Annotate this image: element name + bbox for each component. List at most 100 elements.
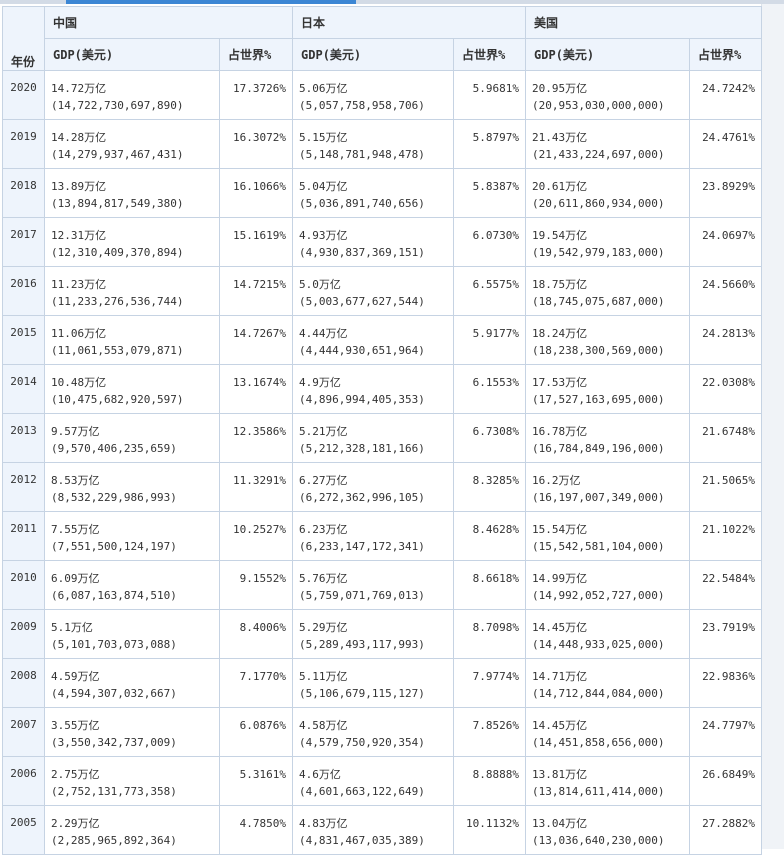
japan-gdp-short: 5.29万亿 [299, 621, 348, 634]
usa-gdp-full: (13,036,640,230,000) [532, 834, 665, 847]
china-gdp-short: 7.55万亿 [51, 523, 100, 536]
usa-gdp-short: 14.99万亿 [532, 572, 588, 585]
table-row: 2005 2.29万亿 (2,285,965,892,364) 4.7850% 4.83… [2, 805, 763, 855]
cn-gdp-header: GDP(美元) [44, 38, 220, 71]
japan-gdp-full: (5,003,677,627,544) [299, 295, 425, 308]
usa-gdp-short: 19.54万亿 [532, 229, 588, 242]
japan-gdp-cell: 4.83万亿 (4,831,467,035,389) [292, 805, 455, 855]
japan-gdp-short: 4.93万亿 [299, 229, 348, 242]
year-cell: 2012 [2, 462, 45, 512]
japan-gdp-full: (6,233,147,172,341) [299, 540, 425, 553]
japan-gdp-short: 5.15万亿 [299, 131, 348, 144]
japan-gdp-short: 5.06万亿 [299, 82, 348, 95]
japan-gdp-cell: 4.6万亿 (4,601,663,122,649) [292, 756, 455, 806]
year-cell: 2018 [2, 168, 45, 218]
japan-gdp-cell: 5.06万亿 (5,057,758,958,706) [292, 70, 455, 120]
china-share-cell: 6.0876% [218, 707, 294, 757]
china-gdp-cell: 9.57万亿 (9,570,406,235,659) [44, 413, 220, 463]
usa-gdp-short: 20.95万亿 [532, 82, 588, 95]
japan-gdp-full: (4,444,930,651,964) [299, 344, 425, 357]
china-gdp-full: (2,752,131,773,358) [51, 785, 177, 798]
japan-gdp-full: (5,106,679,115,127) [299, 687, 425, 700]
japan-gdp-cell: 4.9万亿 (4,896,994,405,353) [292, 364, 455, 414]
china-gdp-full: (10,475,682,920,597) [51, 393, 184, 406]
china-gdp-full: (13,894,817,549,380) [51, 197, 184, 210]
table-row: 2015 11.06万亿 (11,061,553,079,871) 14.7267% 4… [2, 315, 763, 365]
china-gdp-short: 13.89万亿 [51, 180, 107, 193]
table-row: 2012 8.53万亿 (8,532,229,986,993) 11.3291% 6.2… [2, 462, 763, 512]
jp-share-header: 占世界% [453, 38, 527, 71]
china-gdp-short: 11.23万亿 [51, 278, 107, 291]
table-row: 2013 9.57万亿 (9,570,406,235,659) 12.3586% 5.2… [2, 413, 763, 463]
japan-gdp-cell: 4.93万亿 (4,930,837,369,151) [292, 217, 455, 267]
china-share-cell: 16.3072% [218, 119, 294, 169]
usa-share-cell: 23.7919% [689, 609, 763, 659]
japan-gdp-full: (5,759,071,769,013) [299, 589, 425, 602]
china-gdp-cell: 14.72万亿 (14,722,730,697,890) [44, 70, 220, 120]
china-gdp-cell: 10.48万亿 (10,475,682,920,597) [44, 364, 220, 414]
year-cell: 2007 [2, 707, 45, 757]
china-gdp-full: (14,279,937,467,431) [51, 148, 184, 161]
japan-gdp-short: 4.83万亿 [299, 817, 348, 830]
usa-gdp-full: (18,745,075,687,000) [532, 295, 665, 308]
usa-share-cell: 27.2882% [689, 805, 763, 855]
usa-gdp-short: 18.24万亿 [532, 327, 588, 340]
japan-share-cell: 5.9177% [453, 315, 527, 365]
usa-share-cell: 22.5484% [689, 560, 763, 610]
usa-gdp-short: 13.81万亿 [532, 768, 588, 781]
japan-gdp-cell: 4.58万亿 (4,579,750,920,354) [292, 707, 455, 757]
china-gdp-cell: 7.55万亿 (7,551,500,124,197) [44, 511, 220, 561]
us-gdp-header: GDP(美元) [525, 38, 691, 71]
jp-gdp-header: GDP(美元) [292, 38, 455, 71]
china-share-cell: 13.1674% [218, 364, 294, 414]
china-gdp-short: 5.1万亿 [51, 621, 93, 634]
japan-share-cell: 8.6618% [453, 560, 527, 610]
china-share-cell: 12.3586% [218, 413, 294, 463]
china-gdp-cell: 11.23万亿 (11,233,276,536,744) [44, 266, 220, 316]
year-cell: 2019 [2, 119, 45, 169]
china-gdp-full: (2,285,965,892,364) [51, 834, 177, 847]
china-share-cell: 8.4006% [218, 609, 294, 659]
top-bar [0, 0, 784, 4]
china-share-cell: 17.3726% [218, 70, 294, 120]
usa-gdp-full: (20,611,860,934,000) [532, 197, 665, 210]
usa-gdp-short: 13.04万亿 [532, 817, 588, 830]
usa-gdp-cell: 18.75万亿 (18,745,075,687,000) [525, 266, 691, 316]
japan-share-cell: 6.5575% [453, 266, 527, 316]
china-gdp-cell: 3.55万亿 (3,550,342,737,009) [44, 707, 220, 757]
china-gdp-full: (12,310,409,370,894) [51, 246, 184, 259]
usa-share-cell: 21.1022% [689, 511, 763, 561]
usa-gdp-short: 16.78万亿 [532, 425, 588, 438]
year-cell: 2017 [2, 217, 45, 267]
china-gdp-short: 14.28万亿 [51, 131, 107, 144]
table-row: 2010 6.09万亿 (6,087,163,874,510) 9.1552% 5.76… [2, 560, 763, 610]
japan-share-cell: 5.9681% [453, 70, 527, 120]
usa-gdp-full: (14,712,844,084,000) [532, 687, 665, 700]
table-row: 2020 14.72万亿 (14,722,730,697,890) 17.3726% 5… [2, 70, 763, 120]
table-body: 2020 14.72万亿 (14,722,730,697,890) 17.3726% 5… [2, 70, 763, 855]
japan-gdp-full: (5,289,493,117,993) [299, 638, 425, 651]
china-gdp-cell: 12.31万亿 (12,310,409,370,894) [44, 217, 220, 267]
japan-gdp-full: (6,272,362,996,105) [299, 491, 425, 504]
table-row: 2008 4.59万亿 (4,594,307,032,667) 7.1770% 5.11… [2, 658, 763, 708]
china-gdp-full: (4,594,307,032,667) [51, 687, 177, 700]
japan-share-cell: 7.9774% [453, 658, 527, 708]
usa-share-cell: 21.5065% [689, 462, 763, 512]
china-gdp-cell: 2.75万亿 (2,752,131,773,358) [44, 756, 220, 806]
japan-gdp-short: 5.04万亿 [299, 180, 348, 193]
usa-gdp-short: 17.53万亿 [532, 376, 588, 389]
japan-gdp-cell: 5.76万亿 (5,759,071,769,013) [292, 560, 455, 610]
japan-share-cell: 8.8888% [453, 756, 527, 806]
china-share-cell: 9.1552% [218, 560, 294, 610]
china-share-cell: 11.3291% [218, 462, 294, 512]
japan-gdp-short: 5.0万亿 [299, 278, 341, 291]
usa-share-cell: 24.0697% [689, 217, 763, 267]
usa-gdp-full: (17,527,163,695,000) [532, 393, 665, 406]
japan-gdp-full: (4,601,663,122,649) [299, 785, 425, 798]
usa-share-cell: 21.6748% [689, 413, 763, 463]
china-gdp-cell: 13.89万亿 (13,894,817,549,380) [44, 168, 220, 218]
usa-gdp-full: (18,238,300,569,000) [532, 344, 665, 357]
year-cell: 2020 [2, 70, 45, 120]
japan-gdp-full: (4,579,750,920,354) [299, 736, 425, 749]
cn-share-header: 占世界% [218, 38, 294, 71]
